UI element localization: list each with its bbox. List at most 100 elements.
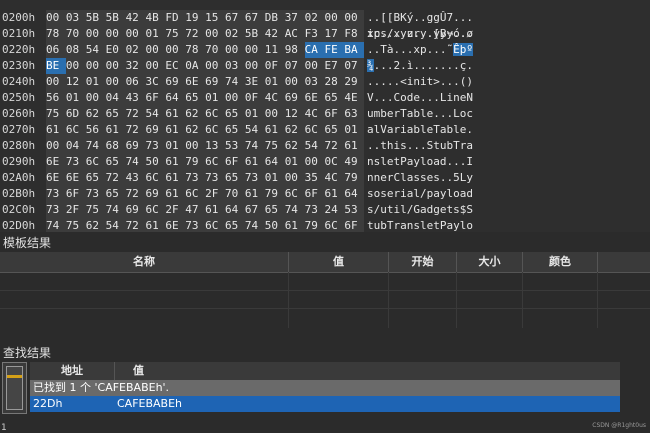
hex-byte[interactable]: 11 <box>265 42 285 58</box>
hex-byte[interactable]: 00 <box>46 10 66 26</box>
hex-byte[interactable]: 61 <box>145 218 165 232</box>
hex-byte[interactable]: 0C <box>324 154 344 170</box>
hex-byte[interactable]: 62 <box>86 106 106 122</box>
hex-row[interactable]: 02C0h 73 2F 75 74 69 6C 2F 47 61 64 67 65 74 73 24 53 s/u… <box>0 202 650 218</box>
hex-byte[interactable]: 69 <box>145 186 165 202</box>
hex-byte[interactable]: 42 <box>126 10 146 26</box>
hex-byte[interactable]: 6C <box>205 122 225 138</box>
hex-byte[interactable]: 01 <box>165 138 185 154</box>
hex-byte[interactable]: 07 <box>344 58 364 74</box>
hex-byte[interactable]: 79 <box>305 218 325 232</box>
hex-row[interactable]: 02B0h 73 6F 73 65 72 69 61 6C 2F 70 61 79 6C 6F 61 64 sos… <box>0 186 650 202</box>
hex-byte[interactable]: 67 <box>245 10 265 26</box>
hex-byte[interactable]: 00 <box>185 138 205 154</box>
hex-byte[interactable]: 37 <box>285 10 305 26</box>
hex-ascii[interactable]: tubTransletPaylo <box>367 218 477 232</box>
hex-bytes[interactable]: 75 6D 62 65 72 54 61 62 6C 65 01 00 12 4C 6F 63 <box>46 106 364 122</box>
hex-byte[interactable]: 6C <box>145 170 165 186</box>
hex-byte[interactable]: 4C <box>265 90 285 106</box>
hex-byte[interactable]: 61 <box>165 122 185 138</box>
hex-byte[interactable]: 6C <box>145 202 165 218</box>
hex-byte[interactable]: 61 <box>205 202 225 218</box>
hex-byte[interactable]: 00 <box>205 26 225 42</box>
hex-byte[interactable]: 73 <box>185 170 205 186</box>
hex-byte[interactable]: 42 <box>265 26 285 42</box>
hex-byte[interactable]: 65 <box>225 170 245 186</box>
hex-byte[interactable]: 6C <box>305 122 325 138</box>
hex-byte[interactable]: 01 <box>205 90 225 106</box>
hex-bytes[interactable]: 74 75 62 54 72 61 6E 73 6C 65 74 50 61 79 6C 6F <box>46 218 364 232</box>
hex-ascii[interactable]: soserial/payload <box>367 186 477 202</box>
hex-row[interactable]: 0210h 78 70 00 00 00 01 75 72 00 02 5B 42 AC F3 17 F8 xp.… <box>0 26 650 42</box>
hex-byte[interactable]: 72 <box>106 170 126 186</box>
hex-byte[interactable]: 73 <box>46 186 66 202</box>
hex-byte[interactable]: 01 <box>265 74 285 90</box>
hex-row[interactable]: 0280h 00 04 74 68 69 73 01 00 13 53 74 75 62 54 72 61 ..t… <box>0 138 650 154</box>
find-results-corner-button[interactable] <box>2 362 27 414</box>
hex-row[interactable]: 0270h 61 6C 56 61 72 69 61 62 6C 65 54 61 62 6C 65 01 alV… <box>0 122 650 138</box>
hex-byte[interactable]: 74 <box>245 138 265 154</box>
hex-byte[interactable]: 6F <box>66 186 86 202</box>
hex-byte[interactable]: 73 <box>205 170 225 186</box>
hex-byte[interactable]: 6C <box>285 186 305 202</box>
hex-byte[interactable]: F8 <box>344 26 364 42</box>
hex-byte[interactable]: 2F <box>165 202 185 218</box>
hex-byte[interactable]: 01 <box>145 26 165 42</box>
hex-byte[interactable]: 65 <box>106 186 126 202</box>
hex-row[interactable]: 0260h 75 6D 62 65 72 54 61 62 6C 65 01 00 12 4C 6F 63 umb… <box>0 106 650 122</box>
hex-byte[interactable]: 01 <box>86 74 106 90</box>
hex-byte[interactable]: 43 <box>126 170 146 186</box>
hex-byte[interactable]: 6C <box>205 154 225 170</box>
hex-byte[interactable]: 79 <box>185 154 205 170</box>
hex-byte[interactable]: 65 <box>106 106 126 122</box>
hex-byte[interactable]: 5B <box>86 10 106 26</box>
hex-byte[interactable]: 01 <box>245 106 265 122</box>
hex-byte[interactable]: 01 <box>66 90 86 106</box>
hex-byte[interactable]: 72 <box>126 186 146 202</box>
hex-byte[interactable]: 78 <box>185 42 205 58</box>
hex-byte[interactable]: 73 <box>305 202 325 218</box>
hex-byte[interactable]: 65 <box>225 122 245 138</box>
hex-byte[interactable]: 00 <box>145 42 165 58</box>
hex-ascii[interactable]: V...Code...LineN <box>367 90 477 106</box>
hex-byte[interactable]: 61 <box>285 218 305 232</box>
hex-byte[interactable]: 00 <box>285 170 305 186</box>
hex-byte[interactable]: 6F <box>225 154 245 170</box>
hex-byte[interactable]: 2F <box>66 202 86 218</box>
hex-byte[interactable]: 72 <box>126 218 146 232</box>
hex-editor-pane[interactable]: ics/xyz.y.yyy... 0200h 00 03 5B 5B 42 4B FD 19 15… <box>0 0 650 232</box>
hex-byte[interactable]: 70 <box>66 26 86 42</box>
hex-byte[interactable]: 6C <box>205 106 225 122</box>
hex-byte[interactable]: 00 <box>126 26 146 42</box>
hex-byte[interactable]: 00 <box>245 42 265 58</box>
template-results-table[interactable]: 名称 值 开始 大小 颜色 <box>0 252 650 328</box>
hex-byte[interactable]: 2F <box>205 186 225 202</box>
hex-byte[interactable]: 29 <box>344 74 364 90</box>
hex-byte[interactable]: E7 <box>324 58 344 74</box>
hex-byte[interactable]: 00 <box>265 106 285 122</box>
hex-byte[interactable]: 54 <box>86 42 106 58</box>
hex-byte[interactable]: 74 <box>225 74 245 90</box>
hex-byte[interactable]: 73 <box>46 202 66 218</box>
hex-byte[interactable]: 00 <box>106 58 126 74</box>
hex-byte[interactable]: 4C <box>305 106 325 122</box>
hex-byte[interactable]: 00 <box>86 90 106 106</box>
hex-byte[interactable]: 02 <box>225 26 245 42</box>
hex-ascii[interactable]: nnerClasses..5Ly <box>367 170 477 186</box>
hex-byte[interactable]: 00 <box>305 58 325 74</box>
hex-byte[interactable]: CA <box>304 42 325 58</box>
find-status-row[interactable]: 已找到 1 个 'CAFEBABEh'. <box>30 380 620 396</box>
hex-byte[interactable]: 6E <box>305 90 325 106</box>
hex-byte[interactable]: 6C <box>185 186 205 202</box>
hex-byte[interactable]: 62 <box>285 122 305 138</box>
hex-row[interactable]: 0240h 00 12 01 00 06 3C 69 6E 69 74 3E 01 00 03 28 29...… <box>0 74 650 90</box>
hex-byte[interactable]: 6E <box>46 154 66 170</box>
hex-byte[interactable]: 6C <box>86 154 106 170</box>
hex-byte[interactable]: 5B <box>106 10 126 26</box>
hex-byte[interactable]: 00 <box>86 58 106 74</box>
hex-byte[interactable]: 17 <box>324 26 344 42</box>
hex-byte[interactable]: 75 <box>86 202 106 218</box>
hex-byte[interactable]: 07 <box>285 58 305 74</box>
hex-ascii[interactable]: ..[[BKý..ggÛ7... <box>367 10 477 26</box>
hex-bytes[interactable]: 61 6C 56 61 72 69 61 62 6C 65 54 61 62 6C 65 01 <box>46 122 364 138</box>
